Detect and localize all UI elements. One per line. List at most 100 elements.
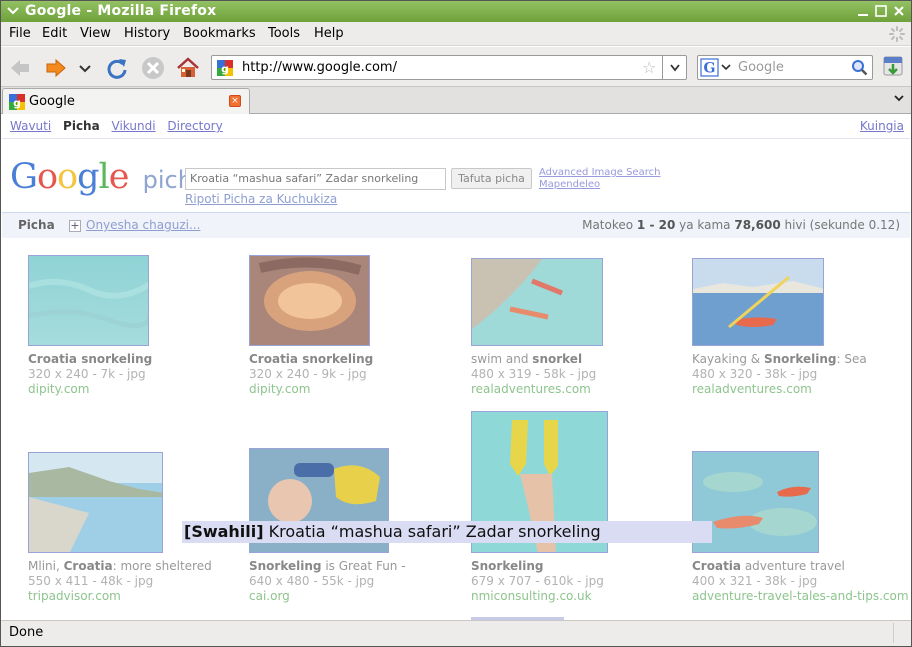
result-caption: Snorkeling 679 x 707 - 610k - jpg nmicon… bbox=[471, 559, 604, 604]
result-meta: 320 x 240 - 9k - jpg bbox=[249, 367, 367, 381]
result-title[interactable]: Croatia snorkeling bbox=[249, 352, 373, 367]
preferences-link[interactable]: Mapendeleo bbox=[539, 179, 600, 190]
result-meta: 679 x 707 - 610k - jpg bbox=[471, 574, 604, 588]
result-domain[interactable]: nmiconsulting.co.uk bbox=[471, 589, 604, 604]
menu-tools[interactable]: Tools bbox=[268, 26, 300, 41]
result-thumbnail[interactable] bbox=[249, 255, 370, 346]
result-meta: 550 x 411 - 48k - jpg bbox=[28, 574, 154, 588]
search-bar[interactable]: G Google bbox=[697, 55, 873, 80]
home-button[interactable] bbox=[175, 55, 201, 81]
tab-bar: g Google × bbox=[1, 87, 911, 114]
result-title[interactable]: Snorkeling is Great Fun - bbox=[249, 559, 406, 574]
tab-label: Google bbox=[29, 94, 75, 109]
nav-images: Picha bbox=[63, 119, 100, 133]
forward-button[interactable] bbox=[43, 55, 69, 81]
result-domain[interactable]: dipity.com bbox=[28, 382, 152, 397]
menu-history[interactable]: History bbox=[124, 26, 170, 41]
google-favicon-icon: g bbox=[217, 60, 233, 76]
result-caption: Snorkeling is Great Fun - 640 x 480 - 55… bbox=[249, 559, 406, 604]
result-caption: Kayaking & Snorkeling: Sea 480 x 320 - 3… bbox=[692, 352, 867, 397]
throbber-icon bbox=[889, 26, 905, 42]
maximize-icon[interactable] bbox=[874, 4, 888, 18]
result-title[interactable]: Snorkeling bbox=[471, 559, 604, 574]
close-window-icon[interactable] bbox=[892, 4, 906, 18]
url-text: http://www.google.com/ bbox=[242, 60, 397, 75]
result-domain[interactable]: realadventures.com bbox=[471, 382, 596, 397]
page-content: Wavuti Picha Vikundi Directory Kuingia G… bbox=[2, 115, 910, 620]
result-domain[interactable]: dipity.com bbox=[249, 382, 373, 397]
search-query-input[interactable]: Kroatia “mashua safari” Zadar snorkeling bbox=[185, 168, 446, 190]
navigation-toolbar: g http://www.google.com/ ☆ G Google bbox=[1, 47, 911, 87]
result-title[interactable]: Croatia adventure travel bbox=[692, 559, 909, 574]
divider bbox=[2, 138, 910, 139]
menu-bookmarks[interactable]: Bookmarks bbox=[183, 26, 256, 41]
menu-file[interactable]: File bbox=[9, 26, 31, 41]
report-images-link[interactable]: Ripoti Picha za Kuchukiza bbox=[185, 192, 337, 206]
download-icon[interactable] bbox=[881, 55, 905, 79]
result-caption: swim and snorkel 480 x 319 - 58k - jpg r… bbox=[471, 352, 596, 397]
stop-button[interactable] bbox=[140, 55, 166, 81]
window-menu-icon[interactable] bbox=[6, 3, 20, 19]
result-caption: Croatia snorkeling 320 x 240 - 9k - jpg … bbox=[249, 352, 373, 397]
minimize-icon[interactable] bbox=[856, 4, 870, 18]
menu-view[interactable]: View bbox=[80, 26, 111, 41]
search-placeholder: Google bbox=[738, 60, 784, 75]
search-icon[interactable] bbox=[851, 59, 868, 76]
menu-help[interactable]: Help bbox=[314, 26, 344, 41]
back-button[interactable] bbox=[7, 55, 33, 81]
google-images-logo[interactable]: Google picha bbox=[10, 157, 208, 197]
result-domain[interactable]: tripadvisor.com bbox=[28, 589, 212, 604]
result-domain[interactable]: cai.org bbox=[249, 589, 406, 604]
result-title[interactable]: Kayaking & Snorkeling: Sea bbox=[692, 352, 867, 367]
result-meta: 480 x 319 - 58k - jpg bbox=[471, 367, 597, 381]
result-thumbnail[interactable] bbox=[28, 452, 163, 553]
result-domain[interactable]: adventure-travel-tales-and-tips.com bbox=[692, 589, 909, 604]
resize-grip[interactable] bbox=[893, 623, 909, 643]
result-title[interactable]: swim and snorkel bbox=[471, 352, 596, 367]
svg-text:g: g bbox=[13, 97, 21, 110]
advanced-search-link[interactable]: Advanced Image Search bbox=[539, 166, 660, 179]
result-thumbnail[interactable] bbox=[471, 258, 603, 346]
address-bar[interactable]: g http://www.google.com/ ☆ bbox=[211, 55, 687, 80]
results-label: Picha bbox=[18, 218, 55, 232]
svg-text:g: g bbox=[221, 63, 229, 76]
result-title[interactable]: Mlini, Croatia: more sheltered bbox=[28, 559, 212, 574]
history-dropdown-icon[interactable] bbox=[75, 55, 95, 81]
nav-web[interactable]: Wavuti bbox=[10, 119, 51, 133]
translation-tooltip: [Swahili] Kroatia “mashua safari” Zadar … bbox=[182, 521, 712, 543]
status-text: Done bbox=[9, 625, 44, 640]
google-top-nav: Wavuti Picha Vikundi Directory bbox=[10, 119, 231, 133]
result-title[interactable]: Croatia snorkeling bbox=[28, 352, 152, 367]
result-caption: Croatia adventure travel 400 x 321 - 38k… bbox=[692, 559, 909, 604]
logo-word: Google bbox=[10, 157, 129, 197]
search-images-button[interactable]: Tafuta picha bbox=[451, 168, 532, 189]
url-dropdown-icon[interactable] bbox=[662, 56, 686, 79]
results-bar: Picha + Onyesha chaguzi... Matokeo 1 - 2… bbox=[2, 212, 910, 238]
nav-directory[interactable]: Directory bbox=[167, 119, 222, 133]
menu-edit[interactable]: Edit bbox=[42, 26, 67, 41]
result-caption: Mlini, Croatia: more sheltered 550 x 411… bbox=[28, 559, 212, 604]
result-thumbnail[interactable] bbox=[692, 258, 824, 346]
close-tab-icon[interactable]: × bbox=[229, 95, 241, 107]
show-options-link[interactable]: Onyesha chaguzi... bbox=[86, 218, 200, 232]
search-engine-icon[interactable]: G bbox=[700, 58, 734, 77]
result-thumbnail[interactable] bbox=[28, 255, 149, 346]
tab-list-icon[interactable] bbox=[893, 92, 905, 107]
plus-icon[interactable]: + bbox=[69, 220, 81, 232]
nav-groups[interactable]: Vikundi bbox=[112, 119, 156, 133]
result-domain[interactable]: realadventures.com bbox=[692, 382, 867, 397]
tab-google[interactable]: g Google × bbox=[2, 88, 250, 114]
status-bar: Done bbox=[1, 620, 911, 646]
result-meta: 480 x 320 - 38k - jpg bbox=[692, 367, 818, 381]
result-meta: 640 x 480 - 55k - jpg bbox=[249, 574, 375, 588]
sign-in-link[interactable]: Kuingia bbox=[860, 119, 904, 133]
result-meta: 400 x 321 - 38k - jpg bbox=[692, 574, 818, 588]
title-bar: Google - Mozilla Firefox bbox=[1, 1, 911, 22]
result-caption: Croatia snorkeling 320 x 240 - 7k - jpg … bbox=[28, 352, 152, 397]
bookmark-star-icon[interactable]: ☆ bbox=[642, 58, 656, 77]
reload-button[interactable] bbox=[104, 55, 130, 81]
menu-bar: File Edit View History Bookmarks Tools H… bbox=[1, 22, 911, 46]
results-stats: Matokeo 1 - 20 ya kama 78,600 hivi (seku… bbox=[582, 218, 900, 232]
window-title: Google - Mozilla Firefox bbox=[25, 3, 217, 19]
svg-text:G: G bbox=[704, 61, 716, 77]
